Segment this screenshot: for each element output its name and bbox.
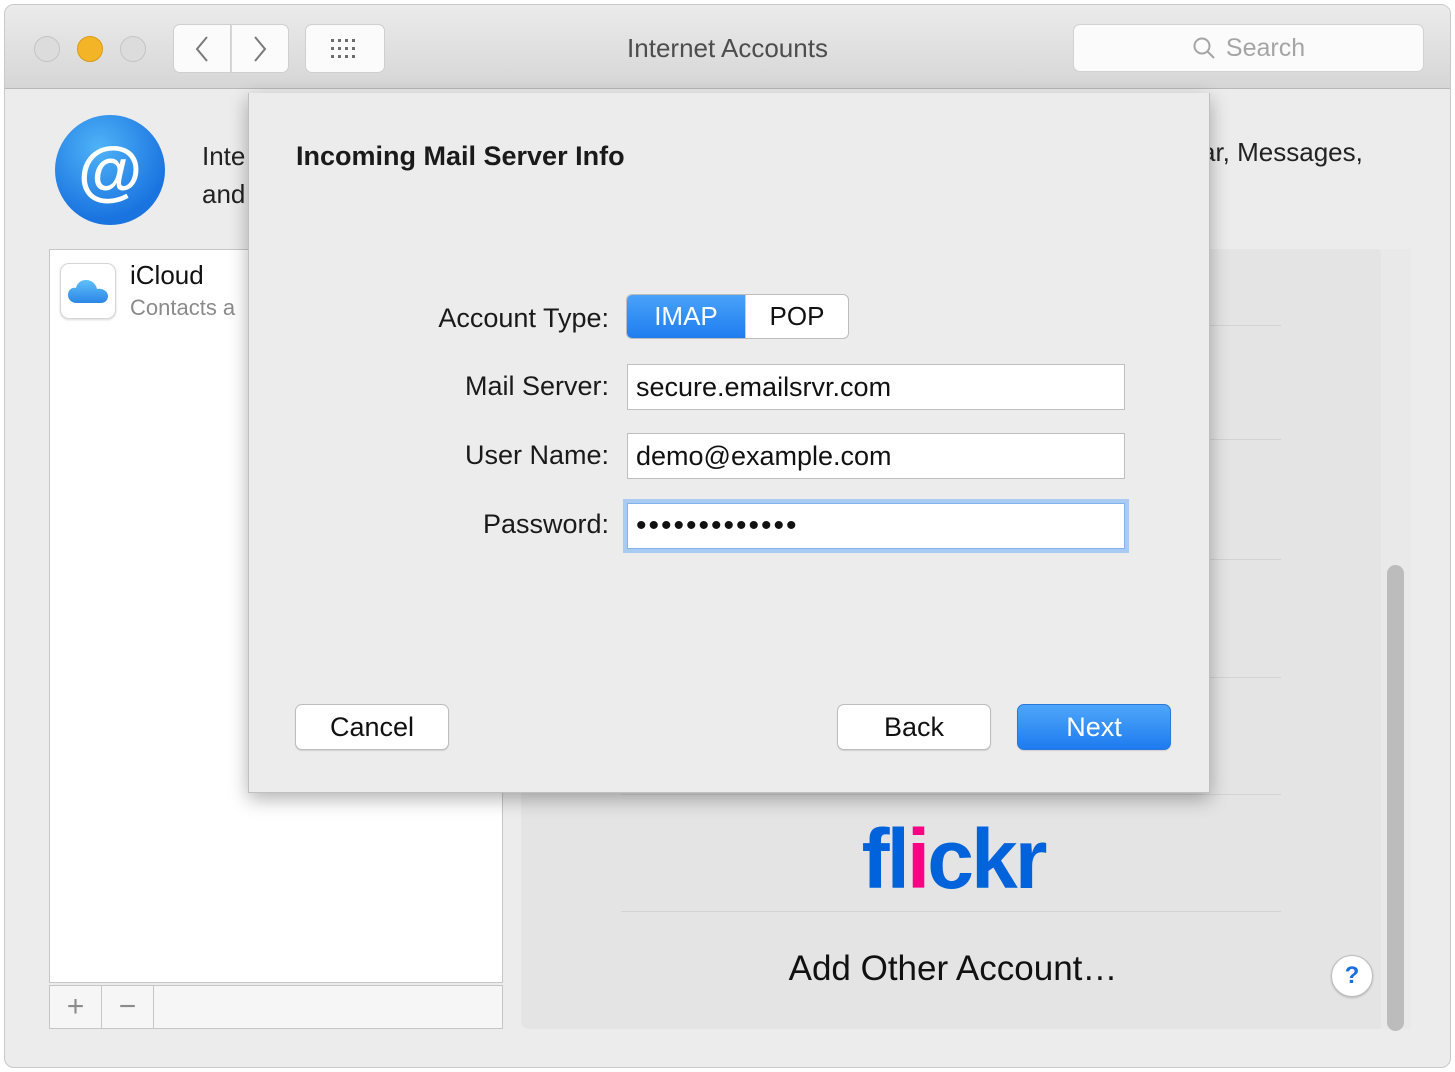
provider-separator: [621, 911, 1281, 912]
flickr-logo-part: ckr: [927, 812, 1047, 906]
sheet-title: Incoming Mail Server Info: [296, 141, 625, 171]
mail-server-label: Mail Server:: [464, 371, 609, 401]
help-button[interactable]: ?: [1331, 955, 1373, 997]
account-type-pop[interactable]: POP: [745, 295, 848, 338]
user-name-label: User Name:: [464, 440, 609, 470]
add-other-account[interactable]: Add Other Account…: [521, 949, 1385, 989]
user-name-input[interactable]: demo@example.com: [627, 433, 1125, 479]
internet-accounts-icon: @: [55, 115, 165, 225]
providers-scroll-thumb[interactable]: [1387, 565, 1404, 1031]
password-input[interactable]: •••••••••••••: [627, 503, 1125, 549]
incoming-mail-server-sheet: Incoming Mail Server Info Account Type: …: [248, 93, 1210, 793]
search-field[interactable]: Search: [1073, 24, 1424, 72]
intro-line-2: and: [202, 179, 246, 209]
mail-server-input[interactable]: secure.emailsrvr.com: [627, 364, 1125, 410]
add-account-button[interactable]: +: [50, 986, 102, 1028]
flickr-logo-part: fl: [861, 812, 910, 906]
internet-accounts-window: Internet Accounts Search @ Inte and ar, …: [4, 4, 1451, 1068]
account-type-segmented-control[interactable]: IMAP POP: [626, 294, 849, 339]
accounts-list-toolbar: + −: [49, 985, 503, 1029]
next-button[interactable]: Next: [1017, 704, 1171, 750]
icloud-icon: [60, 262, 116, 319]
remove-account-button[interactable]: −: [102, 986, 154, 1028]
flickr-logo-part: i: [906, 812, 930, 906]
title-bar: Internet Accounts Search: [5, 5, 1450, 89]
intro-line-1: Inte: [202, 141, 246, 171]
account-row-icloud[interactable]: iCloud Contacts a: [60, 260, 235, 321]
flickr-provider[interactable]: flickr: [521, 811, 1385, 908]
cancel-button[interactable]: Cancel: [295, 704, 449, 750]
intro-text-right: ar, Messages,: [1201, 137, 1363, 167]
account-subtitle: Contacts a: [130, 295, 236, 320]
account-type-label: Account Type:: [438, 303, 609, 333]
back-button[interactable]: Back: [837, 704, 991, 750]
password-label: Password:: [482, 509, 609, 539]
search-placeholder: Search: [1225, 33, 1306, 62]
intro-text: Inte and: [202, 137, 245, 213]
account-type-imap[interactable]: IMAP: [627, 295, 745, 338]
provider-separator: [621, 794, 1281, 795]
account-name: iCloud: [130, 260, 204, 290]
search-icon: [1193, 37, 1215, 59]
